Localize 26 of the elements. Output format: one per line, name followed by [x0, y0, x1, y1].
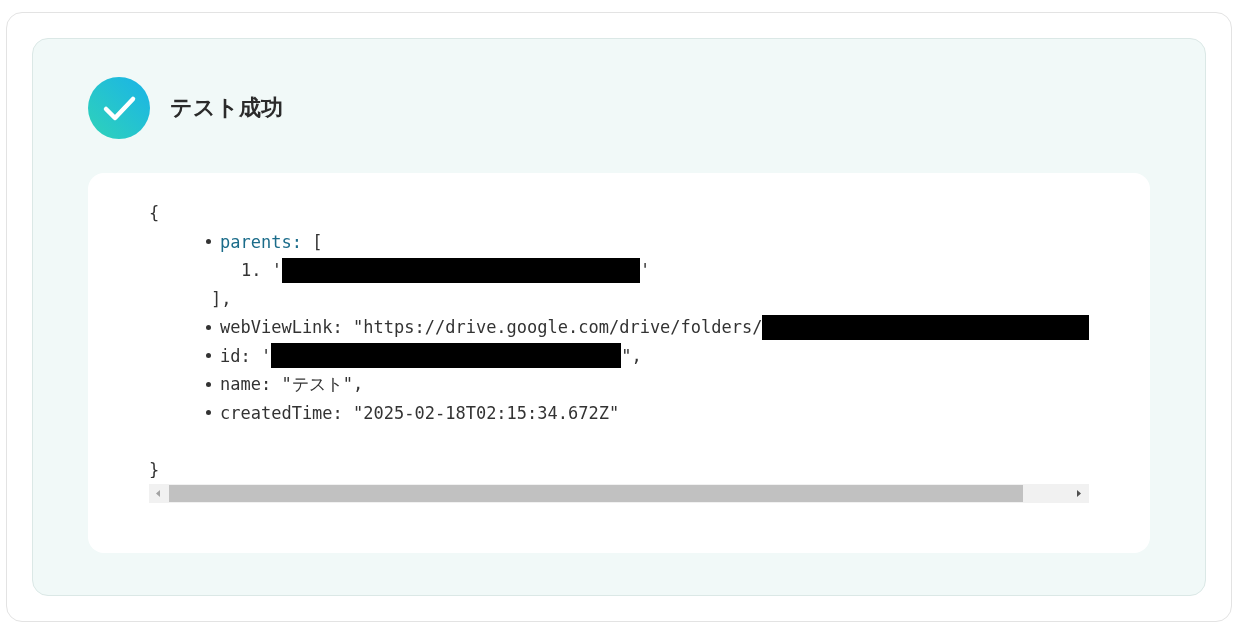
json-value: ", — [621, 344, 642, 368]
status-title: テスト成功 — [170, 94, 283, 122]
json-value: ' — [271, 259, 282, 282]
json-value: "2025-02-18T02:15:34.672Z" — [353, 401, 620, 425]
json-value: "テスト", — [281, 373, 364, 396]
json-key: name: — [220, 370, 272, 399]
json-key: id: — [220, 341, 251, 370]
json-key: createdTime: — [220, 398, 343, 427]
horizontal-scrollbar[interactable] — [149, 484, 1089, 503]
json-key: webViewLink: — [220, 313, 343, 342]
json-key: parents: — [220, 227, 302, 256]
scrollbar-thumb[interactable] — [169, 485, 1023, 502]
bullet-icon — [206, 239, 211, 245]
json-brace: { — [149, 202, 160, 225]
list-number: 1. — [241, 259, 262, 282]
check-icon — [88, 77, 150, 139]
json-brace: } — [149, 458, 160, 478]
json-value: ' — [260, 344, 272, 368]
bullet-icon — [206, 324, 211, 330]
bullet-icon — [206, 381, 211, 387]
bullet-icon — [206, 410, 211, 416]
json-bracket: [ — [312, 230, 323, 254]
bullet-icon — [206, 353, 211, 359]
json-bracket: ], — [211, 287, 232, 311]
json-value: ' — [640, 259, 651, 282]
json-value: "https://drive.google.com/drive/folders/ — [353, 316, 763, 339]
